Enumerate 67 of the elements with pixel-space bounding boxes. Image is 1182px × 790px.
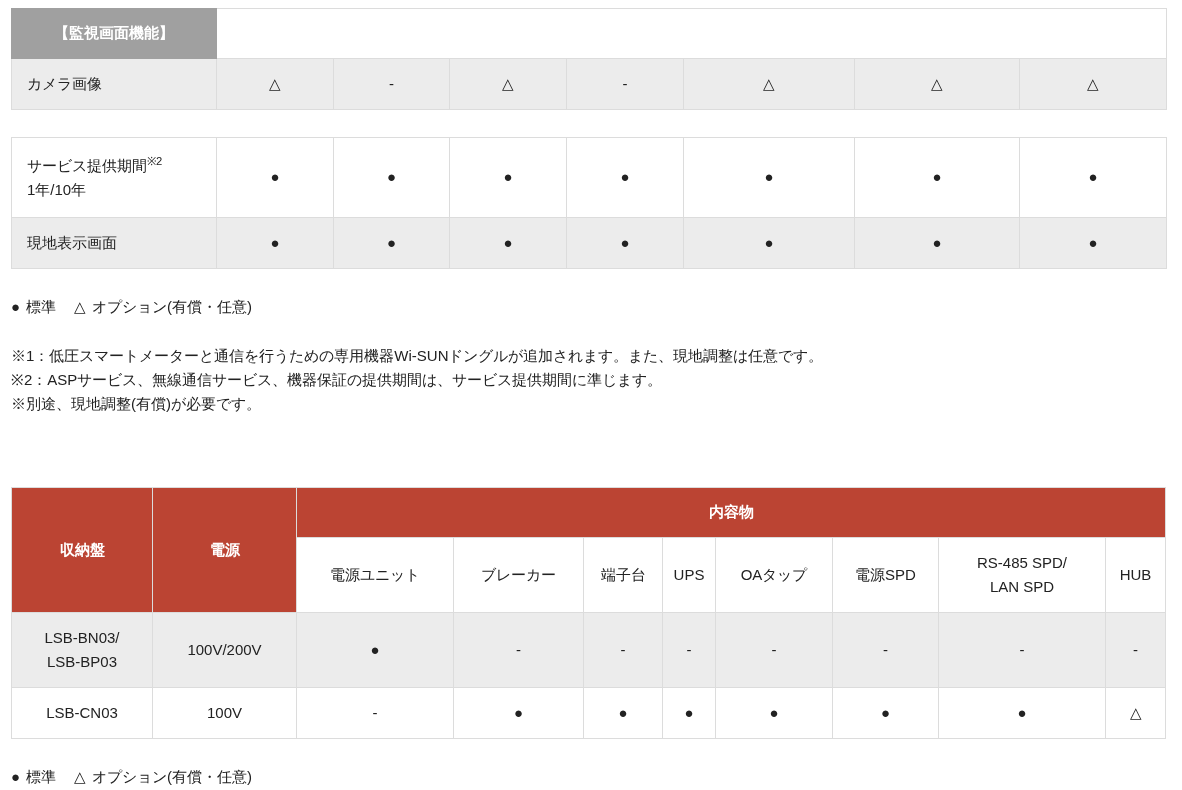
table-cell: △ — [216, 58, 334, 110]
table-cell: - — [715, 612, 833, 688]
table-cell: ● — [333, 137, 450, 218]
table-cell: ● — [1019, 137, 1167, 218]
table-cell: - — [832, 612, 939, 688]
table-cell: ● — [566, 137, 684, 218]
table-cell: △ — [449, 58, 567, 110]
option-mark: △ — [74, 296, 87, 317]
table-cell: △ — [854, 58, 1020, 110]
column-header: HUB — [1105, 537, 1166, 613]
table-cell: ● — [662, 687, 716, 739]
table-cell: ● — [583, 687, 663, 739]
table-cell: ● — [216, 217, 334, 269]
column-header: RS-485 SPD/ LAN SPD — [938, 537, 1106, 613]
table-cell: 100V/200V — [152, 612, 297, 688]
table-cell: 100V — [152, 687, 297, 739]
table-cell: ● — [715, 687, 833, 739]
section-header: 【監視画面機能】 — [11, 8, 217, 59]
column-header: 電源ユニット — [296, 537, 454, 613]
column-header: OAタップ — [715, 537, 833, 613]
table-cell: ● — [854, 137, 1020, 218]
table-cell: ● — [832, 687, 939, 739]
row-label: サービス提供期間$^{※2}$ 1年/10年 — [11, 137, 217, 218]
column-header: ブレーカー — [453, 537, 584, 613]
table-cell: ● — [216, 137, 334, 218]
legend-text: 標準 — [26, 766, 57, 787]
row-label: 現地表示画面 — [11, 217, 217, 269]
legend-text: 標準 — [26, 296, 57, 317]
footnote: ※別途、現地調整(有償)が必要です。 — [11, 394, 262, 414]
table-cell: ● — [296, 612, 454, 688]
legend-text: オプション(有償・任意) — [92, 296, 253, 317]
table-cell: ● — [566, 217, 684, 269]
table-cell: - — [1105, 612, 1166, 688]
column-header: 電源 — [152, 487, 297, 613]
legend-text: オプション(有償・任意) — [92, 766, 253, 787]
option-mark: △ — [74, 766, 87, 787]
table-cell: ● — [453, 687, 584, 739]
row-label: カメラ画像 — [11, 58, 217, 110]
table-cell: ● — [683, 137, 855, 218]
table-cell: ● — [683, 217, 855, 269]
table-cell: - — [453, 612, 584, 688]
table-cell: △ — [1105, 687, 1166, 739]
column-header: UPS — [662, 537, 716, 613]
table-cell: - — [566, 58, 684, 110]
model-cell: LSB-BN03/ LSB-BP03 — [11, 612, 153, 688]
table-cell: ● — [449, 217, 567, 269]
table-cell: - — [333, 58, 450, 110]
table-cell: △ — [683, 58, 855, 110]
table-cell: ● — [333, 217, 450, 269]
column-header: 収納盤 — [11, 487, 153, 613]
table-cell: ● — [854, 217, 1020, 269]
footnote: ※1：低圧スマートメーターと通信を行うための専用機器Wi-SUNドングルが追加されます。また、現地調整は任意です。 — [11, 346, 825, 366]
model-cell: LSB-CN03 — [11, 687, 153, 739]
standard-mark: ● — [11, 296, 21, 317]
table-cell: - — [583, 612, 663, 688]
table-cell: ● — [449, 137, 567, 218]
table-cell: - — [662, 612, 716, 688]
table-cell: ● — [938, 687, 1106, 739]
table-cell: ● — [1019, 217, 1167, 269]
table-cell: △ — [1019, 58, 1167, 110]
group-header: 内容物 — [296, 487, 1166, 538]
column-header: 電源SPD — [832, 537, 939, 613]
standard-mark: ● — [11, 766, 21, 787]
column-header: 端子台 — [583, 537, 663, 613]
footnote: ※2：ASPサービス、無線通信サービス、機器保証の提供期間は、サービス提供期間に準じます。 — [11, 370, 664, 390]
table-cell: - — [296, 687, 454, 739]
table-cell: - — [938, 612, 1106, 688]
